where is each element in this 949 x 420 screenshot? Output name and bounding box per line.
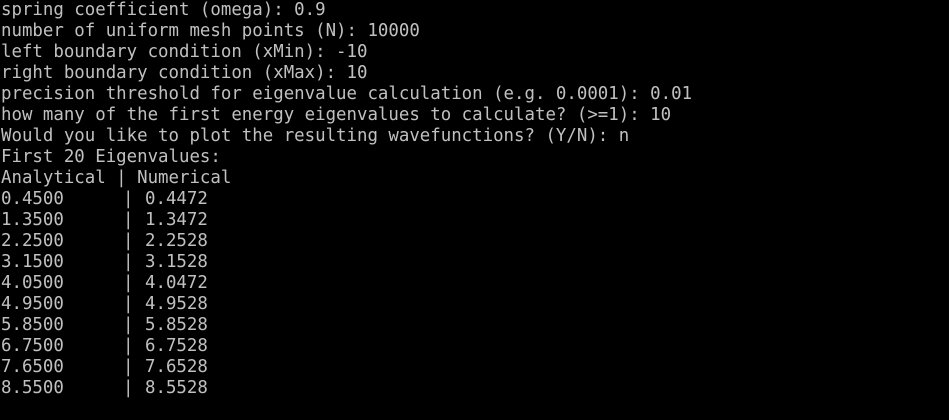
prompt-value: 0.9 [294, 0, 326, 20]
column-separator: | [123, 189, 134, 209]
table-row: 4.0500 | 4.0472 [1, 273, 949, 294]
prompt-label: right boundary condition (xMax): [1, 63, 347, 83]
analytical-value: 3.1500 [1, 252, 64, 272]
prompt-line-plot-choice: Would you like to plot the resulting wav… [1, 126, 949, 147]
table-row: 5.8500 | 5.8528 [1, 315, 949, 336]
column-separator: | [123, 252, 134, 272]
table-row: 1.3500 | 1.3472 [1, 210, 949, 231]
prompt-label: number of uniform mesh points (N): [1, 21, 368, 41]
analytical-value: 6.7500 [1, 336, 64, 356]
prompt-label: Would you like to plot the resulting wav… [1, 126, 619, 146]
prompt-value: 10 [346, 63, 368, 83]
analytical-value: 7.6500 [1, 357, 64, 377]
analytical-value: 5.8500 [1, 315, 64, 335]
analytical-value: 8.5500 [1, 378, 64, 398]
column-separator: | [123, 210, 134, 230]
prompt-value: 0.01 [650, 84, 693, 104]
numerical-value: 5.8528 [145, 315, 208, 335]
analytical-value: 4.9500 [1, 294, 64, 314]
prompt-line-mesh-points: number of uniform mesh points (N): 10000 [1, 21, 949, 42]
numerical-value: 3.1528 [145, 252, 208, 272]
numerical-value: 7.6528 [145, 357, 208, 377]
table-row: 3.1500 | 3.1528 [1, 252, 949, 273]
prompt-value: 10000 [367, 21, 420, 41]
numerical-value: 1.3472 [145, 210, 208, 230]
prompt-value: -10 [336, 42, 368, 62]
prompt-value: n [618, 126, 630, 146]
table-row: 7.6500 | 7.6528 [1, 357, 949, 378]
prompt-line-precision: precision threshold for eigenvalue calcu… [1, 84, 949, 105]
analytical-value: 2.2500 [1, 231, 64, 251]
prompt-line-xmin: left boundary condition (xMin): -10 [1, 42, 949, 63]
table-row: 2.2500 | 2.2528 [1, 231, 949, 252]
prompt-label: precision threshold for eigenvalue calcu… [1, 84, 651, 104]
column-separator: | [123, 273, 134, 293]
column-separator: | [123, 231, 134, 251]
numerical-value: 2.2528 [145, 231, 208, 251]
prompt-label: spring coefficient (omega): [1, 0, 295, 20]
results-table: 0.4500 | 0.4472 1.3500 | 1.3472 2.2500 | 2.252… [1, 189, 949, 399]
column-separator: | [123, 357, 134, 377]
analytical-value: 1.3500 [1, 210, 64, 230]
table-row: 4.9500 | 4.9528 [1, 294, 949, 315]
table-row: 6.7500 | 6.7528 [1, 336, 949, 357]
prompt-value: 10 [650, 105, 672, 125]
prompt-line-xmax: right boundary condition (xMax): 10 [1, 63, 949, 84]
numerical-value: 4.9528 [145, 294, 208, 314]
numerical-value: 6.7528 [145, 336, 208, 356]
prompt-label: left boundary condition (xMin): [1, 42, 337, 62]
table-row: 0.4500 | 0.4472 [1, 189, 949, 210]
table-row: 8.5500 | 8.5528 [1, 378, 949, 399]
results-header: Analytical | Numerical [1, 168, 232, 188]
numerical-value: 4.0472 [145, 273, 208, 293]
numerical-value: 0.4472 [145, 189, 208, 209]
prompt-line-omega: spring coefficient (omega): 0.9 [1, 0, 949, 21]
analytical-value: 0.4500 [1, 189, 64, 209]
column-separator: | [123, 315, 134, 335]
console-window[interactable]: spring coefficient (omega): 0.9 number o… [0, 0, 949, 420]
prompt-line-eigenvalue-count: how many of the first energy eigenvalues… [1, 105, 949, 126]
column-separator: | [123, 378, 134, 398]
column-separator: | [123, 336, 134, 356]
column-separator: | [123, 294, 134, 314]
results-title: First 20 Eigenvalues: [1, 147, 221, 167]
prompt-label: how many of the first energy eigenvalues… [1, 105, 651, 125]
analytical-value: 4.0500 [1, 273, 64, 293]
numerical-value: 8.5528 [145, 378, 208, 398]
